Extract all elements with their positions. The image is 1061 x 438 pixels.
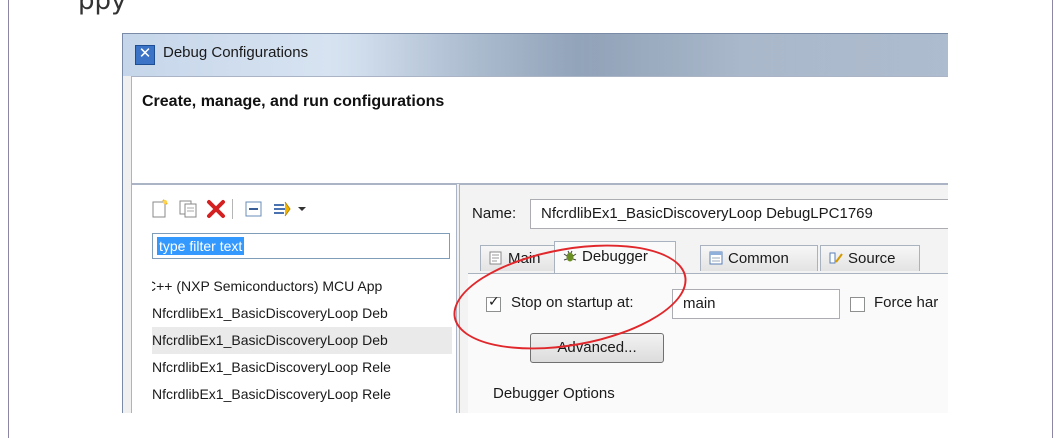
force-checkbox[interactable]	[850, 297, 865, 312]
name-label: Name:	[472, 205, 517, 222]
main-tab-icon	[489, 251, 502, 265]
header-title: Create, manage, and run configurations	[142, 93, 445, 110]
tree-item-selected[interactable]: NfcrdlibEx1_BasicDiscoveryLoop Deb	[152, 327, 452, 354]
new-config-icon[interactable]	[150, 199, 170, 219]
configuration-list-pane: type filter text C++ (NXP Semiconductors…	[131, 184, 457, 413]
tree-item[interactable]: NfcrdlibEx1_BasicDiscoveryLoop Rele	[152, 381, 452, 408]
filter-icon[interactable]	[272, 199, 292, 219]
tab-source[interactable]: Source	[820, 245, 920, 271]
tab-label: Source	[848, 250, 896, 267]
common-tab-icon	[709, 251, 723, 265]
tree-item[interactable]: NfcrdlibEx1_BasicDiscoveryLoop Rele	[152, 354, 452, 381]
collapse-all-icon[interactable]	[244, 199, 264, 219]
force-label: Force har	[874, 294, 939, 311]
source-tab-icon	[829, 252, 843, 264]
tab-label: Common	[728, 250, 789, 267]
toolbar-separator	[232, 199, 233, 219]
tab-common[interactable]: Common	[700, 245, 818, 271]
debugger-options-heading: Debugger Options	[493, 385, 615, 402]
title-bar[interactable]: ✕ Debug Configurations	[123, 34, 948, 76]
title-bar-blur	[363, 34, 948, 76]
filter-input[interactable]: type filter text	[152, 233, 450, 259]
window-title: Debug Configurations	[163, 44, 309, 61]
document-top-text: ppy	[78, 0, 127, 16]
tree-item[interactable]: C++ (NXP Semiconductors) MCU App	[152, 273, 452, 300]
configuration-tree: C++ (NXP Semiconductors) MCU App Nfcrdli…	[152, 273, 452, 408]
filter-placeholder: type filter text	[157, 237, 245, 255]
eclipse-debug-icon: ✕	[135, 44, 155, 65]
name-field[interactable]: NfcrdlibEx1_BasicDiscoveryLoop DebugLPC1…	[530, 199, 948, 229]
tree-item[interactable]: NfcrdlibEx1_BasicDiscoveryLoop Deb	[152, 300, 452, 327]
dropdown-arrow-icon[interactable]	[296, 199, 308, 219]
duplicate-icon[interactable]	[178, 199, 198, 219]
dialog-header: Create, manage, and run configurations	[131, 76, 948, 184]
delete-icon[interactable]	[206, 199, 226, 219]
stop-on-startup-field[interactable]: main	[672, 289, 840, 319]
